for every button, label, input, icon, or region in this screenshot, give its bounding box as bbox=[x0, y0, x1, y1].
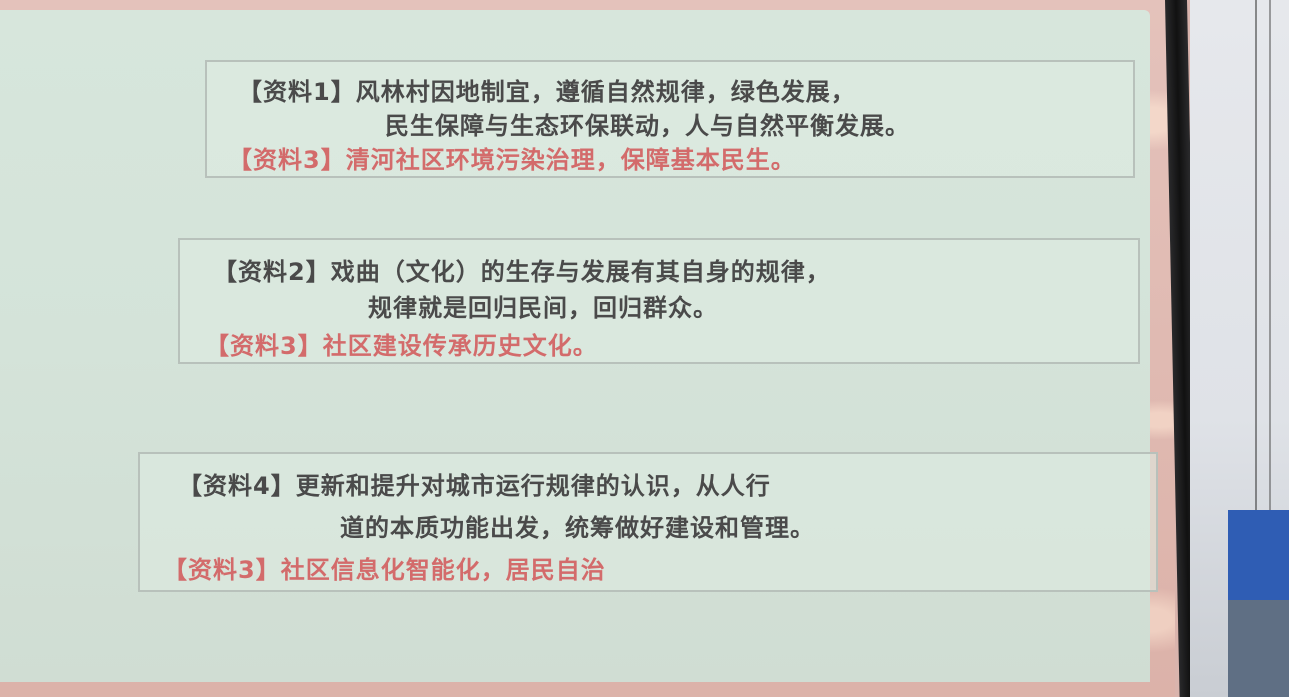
card-3-text-1: 更新和提升对城市运行规律的认识，从人行 bbox=[295, 472, 771, 500]
card-1-text-1: 风林村因地制宜，遵循自然规律，绿色发展， bbox=[355, 78, 856, 106]
card-3-label: 【资料4】 bbox=[178, 472, 296, 500]
blue-panel bbox=[1228, 510, 1289, 600]
card-2-line-3: 【资料3】社区建设传承历史文化。 bbox=[205, 326, 598, 361]
card-3-text-3: 社区信息化智能化，居民自治 bbox=[280, 556, 606, 584]
card-1-line-2: 民生保障与生态环保联动，人与自然平衡发展。 bbox=[385, 106, 910, 141]
card-1-ref-label: 【资料3】 bbox=[228, 146, 346, 174]
dark-panel bbox=[1228, 600, 1289, 697]
card-1-line-3: 【资料3】清河社区环境污染治理，保障基本民生。 bbox=[228, 140, 796, 175]
card-1-label: 【资料1】 bbox=[238, 78, 356, 106]
card-2-text-2: 规律就是回归民间，回归群众。 bbox=[368, 294, 718, 322]
card-3-text-2: 道的本质功能出发，统筹做好建设和管理。 bbox=[340, 514, 815, 542]
card-2-label: 【资料2】 bbox=[213, 258, 331, 286]
card-1-text-2: 民生保障与生态环保联动，人与自然平衡发展。 bbox=[385, 112, 910, 140]
card-2-ref-label: 【资料3】 bbox=[205, 332, 323, 360]
card-1-text-3: 清河社区环境污染治理，保障基本民生。 bbox=[345, 146, 796, 174]
card-2-text-1: 戏曲（文化）的生存与发展有其自身的规律， bbox=[330, 258, 831, 286]
card-3-line-2: 道的本质功能出发，统筹做好建设和管理。 bbox=[340, 508, 815, 543]
card-1-line-1: 【资料1】风林村因地制宜，遵循自然规律，绿色发展， bbox=[238, 72, 856, 107]
card-3-line-1: 【资料4】更新和提升对城市运行规律的认识，从人行 bbox=[178, 466, 771, 501]
card-2-line-1: 【资料2】戏曲（文化）的生存与发展有其自身的规律， bbox=[213, 252, 831, 287]
card-3-ref-label: 【资料3】 bbox=[163, 556, 281, 584]
card-3-line-3: 【资料3】社区信息化智能化，居民自治 bbox=[163, 550, 606, 585]
card-2-line-2: 规律就是回归民间，回归群众。 bbox=[368, 288, 718, 323]
card-2-text-3: 社区建设传承历史文化。 bbox=[322, 332, 598, 360]
